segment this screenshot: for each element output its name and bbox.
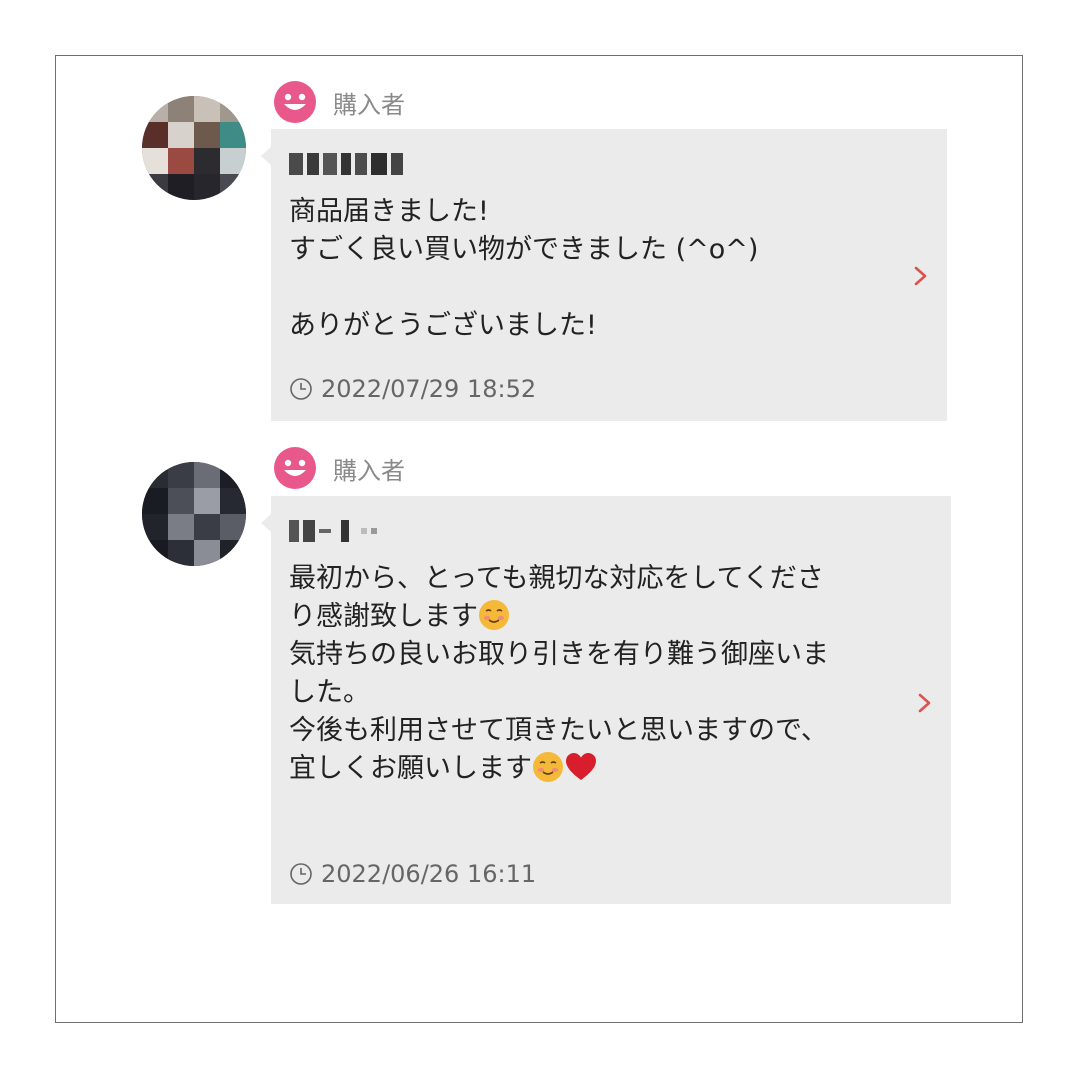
avatar[interactable] <box>142 462 246 566</box>
reviewer-nickname-redacted <box>289 514 933 548</box>
role-label: 購入者 <box>333 456 405 485</box>
message-line: 今後も利用させて頂きたいと思いますので、 <box>289 715 828 746</box>
smiley-face-icon <box>274 447 316 489</box>
review-bubble[interactable]: 最初から、とっても親切な対応をしてくださ り感謝致します 気持ちの良いお取り引き… <box>261 496 951 904</box>
review-message: 商品届きました! すごく良い買い物ができました (^o^) ありがとうございまし… <box>289 196 759 341</box>
smiley-face-icon <box>274 81 316 123</box>
message-line: り感謝致します <box>289 601 478 632</box>
review-frame: 購入者 商品届きました! すごく良い買い物ができました (^o^) ありがとうご… <box>55 55 1023 1023</box>
message-line: 気持ちの良いお取り引きを有り難う御座いま <box>289 639 829 670</box>
chevron-right-icon[interactable] <box>913 265 929 287</box>
timestamp-text: 2022/06/26 16:11 <box>321 860 537 888</box>
message-line: した。 <box>289 677 370 708</box>
review-timestamp: 2022/06/26 16:11 <box>289 860 536 888</box>
reviewer-nickname-redacted <box>289 147 929 181</box>
review-timestamp: 2022/07/29 18:52 <box>289 375 536 403</box>
message-line: 最初から、とっても親切な対応をしてくださ <box>289 563 824 594</box>
smiling-face-emoji <box>479 600 509 630</box>
avatar[interactable] <box>142 96 246 200</box>
message-line: 宜しくお願いします <box>289 753 532 784</box>
clock-icon <box>290 378 312 400</box>
review-message: 最初から、とっても親切な対応をしてくださ り感謝致します 気持ちの良いお取り引き… <box>289 560 933 788</box>
timestamp-text: 2022/07/29 18:52 <box>321 375 537 403</box>
reviewer-role: 購入者 <box>273 446 405 490</box>
smiling-face-emoji <box>533 752 563 782</box>
chevron-right-icon[interactable] <box>917 692 933 714</box>
clock-icon <box>290 863 312 885</box>
role-label: 購入者 <box>333 90 405 119</box>
review-bubble[interactable]: 商品届きました! すごく良い買い物ができました (^o^) ありがとうございまし… <box>261 129 947 421</box>
red-heart-emoji <box>566 753 596 780</box>
reviewer-role: 購入者 <box>273 80 405 124</box>
